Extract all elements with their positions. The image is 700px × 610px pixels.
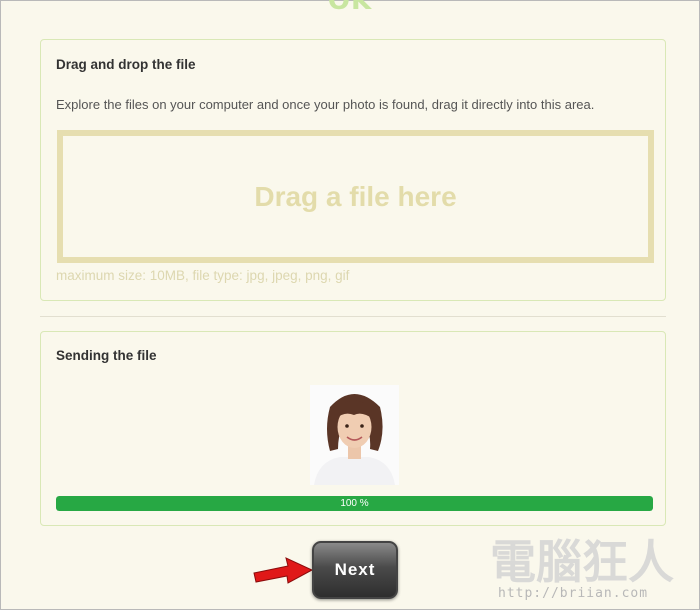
red-pointer-arrow-icon <box>253 557 314 584</box>
page-title: OK <box>327 0 373 16</box>
watermark-url: http://briian.com <box>498 586 649 601</box>
drag-drop-panel: Drag and drop the file Explore the files… <box>40 39 666 301</box>
file-dropzone[interactable]: Drag a file here <box>57 130 654 263</box>
section-divider <box>40 316 666 317</box>
watermark-text: 電腦狂人 <box>490 535 674 589</box>
site-watermark-logo: 電腦狂人 <box>490 535 674 589</box>
upload-progress-bar: 100 % <box>56 496 653 511</box>
next-button[interactable]: Next <box>312 541 398 599</box>
drag-section-description: Explore the files on your computer and o… <box>56 97 595 112</box>
drag-section-title: Drag and drop the file <box>56 57 196 72</box>
sending-section-title: Sending the file <box>56 348 157 363</box>
sending-panel: Sending the file 100 % <box>40 331 666 526</box>
file-limits-hint: maximum size: 10MB, file type: jpg, jpeg… <box>56 268 350 283</box>
uploaded-photo-thumbnail <box>310 385 399 485</box>
dropzone-label: Drag a file here <box>254 180 457 212</box>
progress-label: 100 % <box>340 498 369 509</box>
